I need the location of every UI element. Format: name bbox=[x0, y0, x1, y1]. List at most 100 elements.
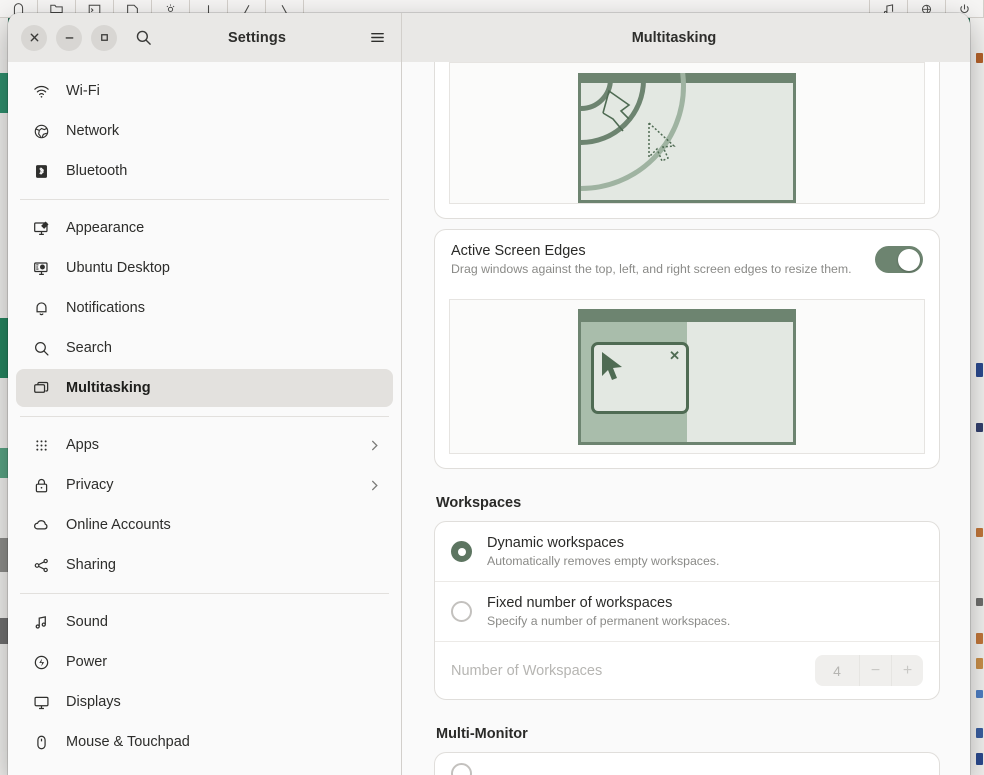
snapped-window: ✕ bbox=[591, 341, 689, 414]
hot-corner-illustration-wrap bbox=[435, 62, 939, 218]
sidebar-item-bluetooth[interactable]: Bluetooth bbox=[16, 152, 393, 190]
radio-multi-monitor-option[interactable] bbox=[451, 763, 472, 775]
sidebar-item-power[interactable]: Power bbox=[16, 643, 393, 681]
radio-fixed-workspaces[interactable] bbox=[451, 601, 472, 622]
sidebar-item-apps[interactable]: Apps bbox=[16, 426, 393, 464]
sidebar-item-label: Ubuntu Desktop bbox=[66, 260, 170, 276]
workspaces-count-value[interactable]: 4 bbox=[815, 663, 859, 679]
sidebar-item-label: Sound bbox=[66, 614, 108, 630]
sidebar-item-label: Mouse & Touchpad bbox=[66, 734, 190, 750]
toggle-knob bbox=[898, 248, 920, 271]
sidebar-item-privacy[interactable]: Privacy bbox=[16, 466, 393, 504]
sidebar-item-wifi[interactable]: Wi-Fi bbox=[16, 72, 393, 110]
sidebar-item-label: Power bbox=[66, 654, 108, 670]
sidebar-item-label: Sharing bbox=[66, 557, 116, 573]
active-screen-edges-title: Active Screen Edges bbox=[451, 243, 586, 259]
sidebar-item-label: Privacy bbox=[66, 477, 114, 493]
left-strip-fleck bbox=[0, 258, 8, 280]
sidebar-item-mouse-touchpad[interactable]: Mouse & Touchpad bbox=[16, 723, 393, 761]
left-strip-fleck bbox=[0, 318, 8, 378]
sidebar-item-multitasking[interactable]: Multitasking bbox=[16, 369, 393, 407]
sidebar-item-appearance[interactable]: Appearance bbox=[16, 209, 393, 247]
mouse-icon bbox=[30, 734, 52, 751]
sidebar-group-hardware: Sound Power Displays Mouse & Touchpad bbox=[8, 599, 401, 765]
close-button[interactable] bbox=[21, 24, 47, 51]
sidebar-divider bbox=[20, 593, 389, 594]
fixed-workspaces-sublabel: Specify a number of permanent workspaces… bbox=[487, 614, 731, 628]
close-icon: ✕ bbox=[669, 347, 680, 363]
right-strip-fleck bbox=[976, 598, 983, 606]
sidebar-item-label: Notifications bbox=[66, 300, 145, 316]
right-strip-fleck bbox=[976, 728, 983, 738]
sidebar-divider bbox=[20, 416, 389, 417]
hot-corner-preview-screen bbox=[578, 73, 796, 203]
sidebar-item-label: Displays bbox=[66, 694, 121, 710]
search-icon bbox=[136, 30, 151, 45]
main-menu-button[interactable] bbox=[363, 24, 391, 52]
bell-icon bbox=[30, 300, 52, 317]
sidebar-item-displays[interactable]: Displays bbox=[16, 683, 393, 721]
hot-corner-card bbox=[434, 62, 940, 219]
workspace-option-fixed[interactable]: Fixed number of workspaces Specify a num… bbox=[435, 581, 939, 641]
left-strip-fleck bbox=[0, 73, 8, 113]
right-strip-fleck bbox=[976, 53, 983, 63]
lock-icon bbox=[30, 477, 52, 494]
sidebar-item-ubuntu-desktop[interactable]: Ubuntu Desktop bbox=[16, 249, 393, 287]
cursor-arrow-icon bbox=[648, 121, 676, 163]
sidebar-item-label: Appearance bbox=[66, 220, 145, 236]
sound-note-icon bbox=[30, 614, 52, 631]
multi-monitor-card bbox=[434, 752, 940, 775]
active-screen-edges-row[interactable]: Active Screen Edges Drag windows against… bbox=[435, 230, 939, 289]
dynamic-workspaces-sublabel: Automatically removes empty workspaces. bbox=[487, 554, 720, 568]
active-screen-edges-subtitle: Drag windows against the top, left, and … bbox=[451, 262, 852, 276]
content-inner: Active Screen Edges Drag windows against… bbox=[434, 62, 940, 775]
number-of-workspaces-row: Number of Workspaces 4 − + bbox=[435, 641, 939, 699]
right-strip-fleck bbox=[976, 363, 983, 377]
sidebar-divider bbox=[20, 199, 389, 200]
sidebar-item-sharing[interactable]: Sharing bbox=[16, 546, 393, 584]
chevron-right-icon bbox=[368, 439, 381, 452]
bluetooth-glyph bbox=[35, 164, 47, 178]
sidebar-item-label: Wi-Fi bbox=[66, 83, 100, 99]
fixed-workspaces-label: Fixed number of workspaces bbox=[487, 595, 673, 611]
settings-window: Settings Multitasking Wi-Fi Network Blue… bbox=[8, 13, 970, 775]
minimize-button[interactable] bbox=[56, 24, 82, 51]
app-title: Settings bbox=[228, 29, 286, 46]
network-icon bbox=[30, 123, 52, 140]
wifi-icon bbox=[30, 83, 52, 100]
preview-topbar bbox=[581, 311, 793, 322]
content-area[interactable]: Active Screen Edges Drag windows against… bbox=[402, 62, 970, 775]
display-monitor-icon bbox=[30, 694, 52, 711]
hot-corner-illustration bbox=[449, 62, 925, 204]
right-strip-fleck bbox=[976, 753, 983, 765]
active-screen-edges-card: Active Screen Edges Drag windows against… bbox=[434, 229, 940, 469]
workspace-option-dynamic[interactable]: Dynamic workspaces Automatically removes… bbox=[435, 522, 939, 581]
search-icon bbox=[30, 340, 52, 357]
power-bolt-icon bbox=[30, 654, 52, 671]
maximize-button[interactable] bbox=[91, 24, 117, 51]
dynamic-workspaces-text: Dynamic workspaces Automatically removes… bbox=[487, 535, 923, 568]
sidebar-item-search[interactable]: Search bbox=[16, 329, 393, 367]
sidebar-item-network[interactable]: Network bbox=[16, 112, 393, 150]
multi-monitor-first-row[interactable] bbox=[435, 753, 939, 775]
active-screen-edges-toggle[interactable] bbox=[875, 246, 923, 273]
search-button[interactable] bbox=[129, 24, 157, 52]
window-snap-preview-screen: ✕ bbox=[578, 308, 796, 445]
number-of-workspaces-stepper[interactable]: 4 − + bbox=[815, 655, 923, 686]
sidebar-item-sound[interactable]: Sound bbox=[16, 603, 393, 641]
sidebar-item-notifications[interactable]: Notifications bbox=[16, 289, 393, 327]
workspaces-decrement-button[interactable]: − bbox=[859, 655, 891, 686]
cursor-arrow-icon bbox=[602, 351, 622, 380]
multi-monitor-heading: Multi-Monitor bbox=[436, 726, 528, 742]
workspaces-increment-button[interactable]: + bbox=[891, 655, 923, 686]
chevron-right-icon bbox=[368, 479, 381, 492]
headerbar-right: Multitasking bbox=[402, 13, 970, 62]
radio-dynamic-workspaces[interactable] bbox=[451, 541, 472, 562]
sidebar-item-online-accounts[interactable]: Online Accounts bbox=[16, 506, 393, 544]
share-icon bbox=[30, 557, 52, 574]
sidebar-item-label: Bluetooth bbox=[66, 163, 128, 179]
left-strip-fleck bbox=[0, 538, 8, 572]
apps-grid-icon bbox=[30, 437, 52, 454]
minimize-icon bbox=[65, 37, 73, 39]
sidebar-group-connectivity: Wi-Fi Network Bluetooth bbox=[8, 68, 401, 194]
